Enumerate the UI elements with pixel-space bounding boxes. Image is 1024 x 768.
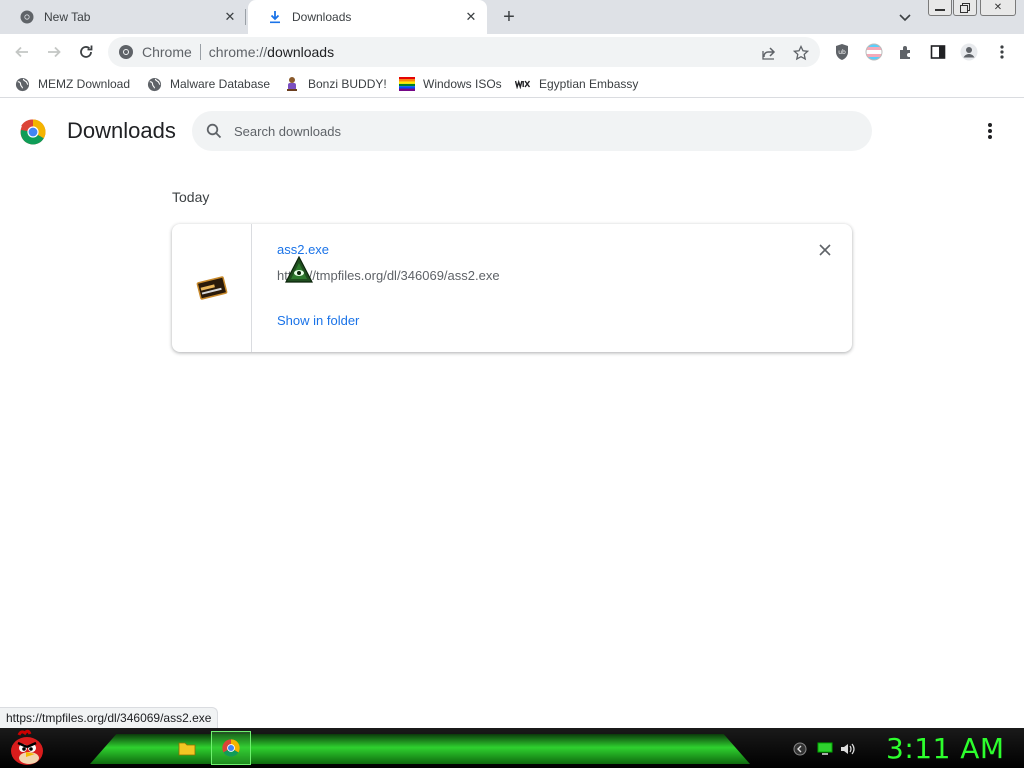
reload-icon[interactable] (76, 42, 96, 62)
back-icon[interactable] (12, 42, 32, 62)
download-item: ass2.exe https://tmpfiles.org/dl/346069/… (172, 224, 852, 352)
new-tab-button[interactable]: + (498, 6, 520, 28)
taskbar-clock[interactable]: 3:11 AM (886, 732, 1005, 765)
page-title: Downloads (67, 118, 176, 143)
downloads-header: Downloads (0, 99, 1024, 163)
chrome-icon (118, 44, 134, 60)
start-button[interactable] (4, 728, 50, 768)
svg-text:ub: ub (838, 49, 846, 56)
rainbow-flag-icon (399, 76, 415, 92)
site-label: Chrome (142, 44, 192, 60)
angry-bird-icon (11, 729, 43, 765)
bookmark-windows-isos[interactable]: Windows ISOs (399, 76, 502, 92)
tab-strip: New Tab ✕ Downloads ✕ + ✕ (0, 0, 1024, 34)
download-filename-link[interactable]: ass2.exe (277, 242, 329, 257)
search-icon (206, 123, 222, 139)
tab-title: New Tab (44, 10, 91, 24)
chrome-icon (20, 10, 34, 24)
bookmark-label: Malware Database (170, 77, 271, 91)
bookmark-egyptian-embassy[interactable]: Egyptian Embassy (515, 76, 638, 92)
mouse-cursor-icon (285, 255, 313, 284)
separator (199, 44, 201, 60)
tab-title: Downloads (292, 10, 352, 24)
toolbar: Chrome chrome://downloads ub (0, 34, 1024, 70)
close-window-button[interactable]: ✕ (980, 0, 1016, 16)
star-icon[interactable] (792, 44, 810, 62)
chrome-icon (222, 739, 240, 757)
bookmark-bonzi-buddy[interactable]: Bonzi BUDDY! (284, 76, 387, 92)
profile-icon[interactable] (960, 43, 978, 61)
side-panel-icon[interactable] (929, 43, 947, 61)
extensions-icon[interactable] (897, 43, 915, 61)
bookmark-label: Windows ISOs (423, 77, 502, 91)
search-downloads-bar[interactable] (192, 111, 872, 151)
bookmark-label: Bonzi BUDDY! (308, 77, 387, 91)
ublock-icon[interactable]: ub (833, 43, 851, 61)
tab-downloads[interactable]: Downloads ✕ (248, 0, 487, 34)
minimize-button[interactable] (928, 0, 952, 16)
globe-icon (14, 76, 30, 92)
search-input[interactable] (234, 123, 834, 139)
screen: New Tab ✕ Downloads ✕ + ✕ Chrome chrome:… (0, 0, 1024, 768)
url-scheme: chrome:// (208, 44, 268, 60)
close-tab-icon[interactable]: ✕ (222, 9, 238, 25)
taskbar: 3:11 AM (0, 728, 1024, 768)
chevron-down-icon[interactable] (896, 8, 914, 26)
bookmark-memz-download[interactable]: MEMZ Download (14, 76, 130, 92)
forward-icon[interactable] (44, 42, 64, 62)
url-host: downloads (267, 44, 335, 60)
chrome-taskbar-button[interactable] (211, 731, 251, 765)
share-icon[interactable] (760, 44, 778, 62)
bookmark-malware-database[interactable]: Malware Database (146, 76, 270, 92)
tab-new-tab[interactable]: New Tab ✕ (0, 0, 246, 34)
close-tab-icon[interactable]: ✕ (463, 9, 479, 25)
more-actions-icon[interactable] (980, 121, 1000, 141)
trans-flag-icon[interactable] (865, 43, 883, 61)
restore-button[interactable] (953, 0, 977, 16)
show-hidden-icons-icon[interactable] (792, 741, 808, 757)
bookmark-label: MEMZ Download (38, 77, 131, 91)
address-bar[interactable]: Chrome chrome://downloads (108, 37, 820, 67)
folder-icon (178, 742, 196, 756)
status-url-bubble: https://tmpfiles.org/dl/346069/ass2.exe (0, 707, 219, 728)
bonzi-icon (284, 76, 300, 92)
globe-icon (146, 76, 162, 92)
file-explorer-taskbar-button[interactable] (172, 733, 202, 763)
wix-icon (515, 76, 531, 92)
chrome-logo-icon (20, 119, 46, 145)
bookmark-label: Egyptian Embassy (539, 77, 639, 91)
download-icon (268, 10, 282, 24)
remove-from-list-icon[interactable] (816, 241, 834, 259)
show-in-folder-link[interactable]: Show in folder (277, 313, 359, 328)
date-header: Today (172, 189, 210, 205)
file-icon-cell (172, 224, 252, 352)
bookmarks-bar: MEMZ Download Malware Database Bonzi BUD… (0, 70, 1024, 98)
system-tray: 3:11 AM (760, 728, 1024, 768)
menu-icon[interactable] (993, 43, 1011, 61)
volume-icon[interactable] (840, 741, 856, 757)
network-icon[interactable] (817, 741, 833, 757)
exe-file-icon (196, 276, 227, 300)
